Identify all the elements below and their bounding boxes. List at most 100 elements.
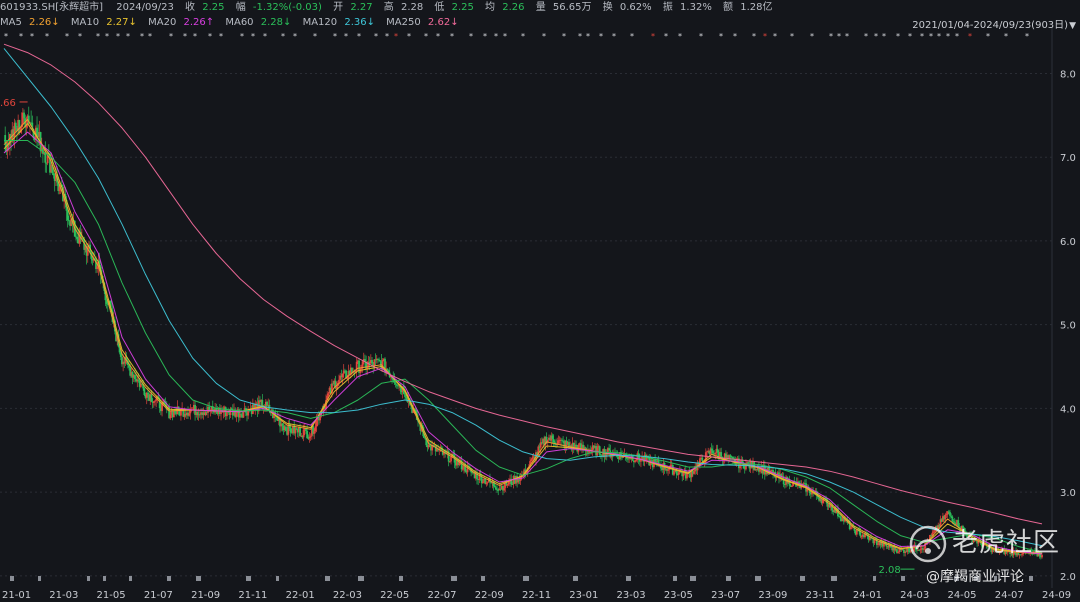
candle-body [137, 379, 140, 381]
candle-body [327, 393, 330, 396]
candle-body [912, 548, 915, 552]
ma120-legend[interactable]: MA120 2.36↓ [303, 16, 379, 30]
high-label: 高 2.28 [383, 2, 424, 13]
candle-body [23, 112, 25, 119]
x-tick-label: 23-11 [806, 590, 835, 601]
ma5-legend[interactable]: MA5 2.26↓ [0, 16, 64, 30]
event-marker [626, 576, 631, 581]
event-star-marker: * [955, 32, 959, 41]
candle-body [897, 552, 899, 553]
candle-body [716, 448, 719, 453]
candle-body [654, 459, 657, 462]
candle-body [949, 512, 951, 516]
kline-chart[interactable]: 8.0 7.0 6.0 5.0 4.0 3.0 2.0 21-01 21-03 21-05 21-0… [0, 0, 1080, 602]
event-star-marker: * [630, 32, 634, 41]
candle-body [76, 236, 79, 240]
candle-body [222, 411, 225, 413]
event-star-marker: * [344, 32, 348, 41]
candle-body [923, 548, 925, 550]
avg-label: 均 2.26 [485, 2, 525, 13]
event-star-marker: * [699, 32, 703, 41]
event-marker [831, 576, 837, 581]
triangle-down-icon[interactable]: ▼ [1069, 21, 1076, 31]
event-star-marker: * [169, 32, 173, 41]
x-tick-label: 23-03 [617, 590, 646, 601]
candle-body [302, 429, 305, 438]
event-star-marker: * [503, 32, 507, 41]
low-value: 2.25 [451, 2, 474, 13]
event-star-marker: * [733, 32, 737, 41]
ma20-line [3, 131, 1043, 555]
candle-body [655, 461, 658, 463]
candle-body [561, 439, 563, 441]
candle-body [44, 152, 47, 163]
ma10-legend[interactable]: MA10 2.27↓ [71, 16, 141, 30]
event-star-marker: * [829, 32, 833, 41]
candle-body [599, 454, 602, 456]
candle-body [242, 411, 245, 418]
event-star-marker: * [773, 32, 777, 41]
event-star-marker: * [651, 32, 655, 41]
event-star-marker: * [357, 32, 361, 41]
event-star-marker: * [845, 32, 849, 41]
date-range-selector[interactable]: 2021/01/04-2024/09/23(903日)▼ [912, 16, 1076, 31]
candle-body [1021, 554, 1023, 556]
avg-value: 2.26 [502, 2, 525, 13]
candle-body [635, 460, 638, 461]
candle-body [452, 453, 455, 455]
event-marker [10, 576, 14, 581]
candle-body [686, 473, 688, 479]
candle-body [693, 471, 695, 474]
candle-body [497, 490, 500, 491]
event-star-marker: * [1025, 32, 1029, 41]
event-marker [573, 576, 578, 581]
candle-body [240, 413, 242, 415]
event-star-marker: * [968, 32, 972, 41]
x-tick-label: 23-01 [569, 590, 598, 601]
candle-body [493, 486, 496, 488]
candle-body [285, 426, 287, 431]
candle-body [947, 511, 950, 513]
y-tick-label: 7.0 [1060, 153, 1076, 164]
x-tick-label: 22-03 [333, 590, 362, 601]
y-tick-label: 6.0 [1060, 237, 1076, 248]
candle-body [759, 469, 761, 472]
ma250-legend[interactable]: MA250 2.62↓ [386, 16, 462, 30]
event-star-marker: * [140, 32, 144, 41]
candle-body [575, 444, 577, 447]
event-star-marker: * [394, 32, 398, 41]
candle-body [169, 414, 172, 419]
candle-body [394, 382, 397, 385]
event-marker [87, 576, 90, 581]
candle-body [791, 485, 793, 487]
event-star-marker: * [4, 32, 8, 41]
event-marker [129, 576, 132, 581]
x-tick-label: 22-01 [286, 590, 315, 601]
event-marker [103, 576, 106, 581]
x-tick-label: 21-05 [97, 590, 126, 601]
candle-body [506, 484, 509, 486]
event-star-marker: * [313, 32, 317, 41]
candle-body [714, 452, 717, 455]
candle-body [552, 439, 555, 443]
candle-body [964, 530, 967, 532]
event-marker [481, 576, 485, 581]
x-tick-label: 24-05 [947, 590, 976, 601]
event-marker [451, 576, 457, 581]
ma20-legend[interactable]: MA20 2.26↑ [148, 16, 218, 30]
symbol-label[interactable]: 601933.SH[永辉超市] [0, 1, 103, 15]
min-price-label: 2.08 [878, 565, 900, 576]
candle-body [860, 536, 863, 537]
candle-body [952, 521, 955, 523]
event-star-marker: * [263, 32, 267, 41]
event-star-marker: * [837, 32, 841, 41]
candle-body [511, 484, 514, 486]
x-tick-label: 24-09 [1042, 590, 1071, 601]
ma60-legend[interactable]: MA60 2.28↓ [225, 16, 295, 30]
low-label: 低 2.25 [434, 2, 474, 13]
candle-body [227, 411, 230, 413]
x-tick-label: 21-11 [238, 590, 267, 601]
ma5-line [3, 119, 1043, 555]
x-tick-label: 21-07 [144, 590, 173, 601]
x-tick-label: 23-07 [711, 590, 740, 601]
